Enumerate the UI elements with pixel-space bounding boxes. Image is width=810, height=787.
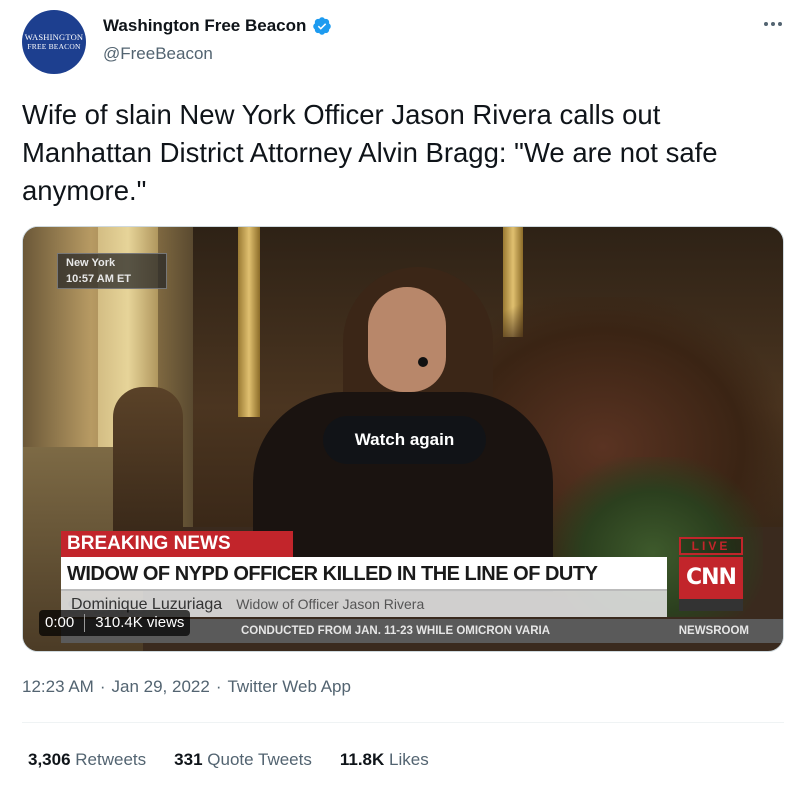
tweet-text: Wife of slain New York Officer Jason Riv… (22, 99, 718, 206)
video-time: 0:00 (45, 614, 75, 631)
broadcast-timestamp: New York 10:57 AM ET (57, 253, 167, 289)
tweet-meta: 12:23 AM · Jan 29, 2022 · Twitter Web Ap… (22, 677, 351, 697)
quote-tweets-stat[interactable]: 331 Quote Tweets (174, 750, 312, 770)
network-logo-sub (679, 599, 743, 611)
tweet-source-app[interactable]: Twitter Web App (227, 677, 350, 697)
broadcast-location: New York (66, 257, 116, 269)
retweets-stat[interactable]: 3,306 Retweets (28, 750, 146, 770)
avatar[interactable]: WASHINGTON FREE BEACON (22, 10, 86, 74)
meta-separator: · (99, 677, 106, 696)
live-badge: LIVE (679, 537, 743, 555)
retweets-label: Retweets (75, 750, 147, 769)
divider (22, 722, 784, 723)
likes-label: Likes (389, 750, 429, 769)
speaker-role: Widow of Officer Jason Rivera (236, 596, 425, 612)
more-options-icon[interactable] (762, 14, 784, 34)
verified-badge-icon (313, 17, 332, 35)
time-views-separator (84, 614, 86, 632)
meta-separator: · (215, 677, 222, 696)
tweet-time[interactable]: 12:23 AM (22, 677, 94, 697)
broadcast-clock: 10:57 AM ET (66, 273, 132, 285)
video-views: 310.4K views (95, 614, 185, 631)
likes-stat[interactable]: 11.8K Likes (340, 750, 429, 770)
likes-count: 11.8K (339, 750, 385, 769)
breaking-news-banner: BREAKING NEWS (61, 531, 293, 557)
account-name[interactable]: Washington Free Beacon (103, 16, 306, 36)
ticker-brand: NEWSROOM (678, 625, 749, 637)
avatar-logo-line2: FREE BEACON (27, 42, 81, 51)
watch-again-button[interactable]: Watch again (323, 416, 486, 464)
quote-tweets-label: Quote Tweets (207, 750, 312, 769)
retweets-count: 3,306 (28, 750, 71, 769)
tweet-stats: 3,306 Retweets 331 Quote Tweets 11.8K Li… (28, 750, 429, 770)
quote-tweets-count: 331 (174, 750, 203, 769)
tweet-date[interactable]: Jan 29, 2022 (112, 677, 210, 697)
avatar-logo-line1: WASHINGTON (24, 32, 84, 42)
broadcast-headline: WIDOW OF NYPD OFFICER KILLED IN THE LINE… (61, 557, 667, 619)
video-player[interactable]: New York 10:57 AM ET BREAKING NEWS WIDOW… (22, 226, 784, 652)
account-handle[interactable]: @FreeBeacon (103, 44, 213, 64)
ticker-text: CONDUCTED FROM JAN. 11-23 WHILE OMICRON … (241, 625, 551, 637)
account-name-row: Washington Free Beacon (103, 16, 332, 36)
network-logo: CNN (679, 557, 743, 599)
video-time-views: 0:00 310.4K views (39, 610, 191, 636)
